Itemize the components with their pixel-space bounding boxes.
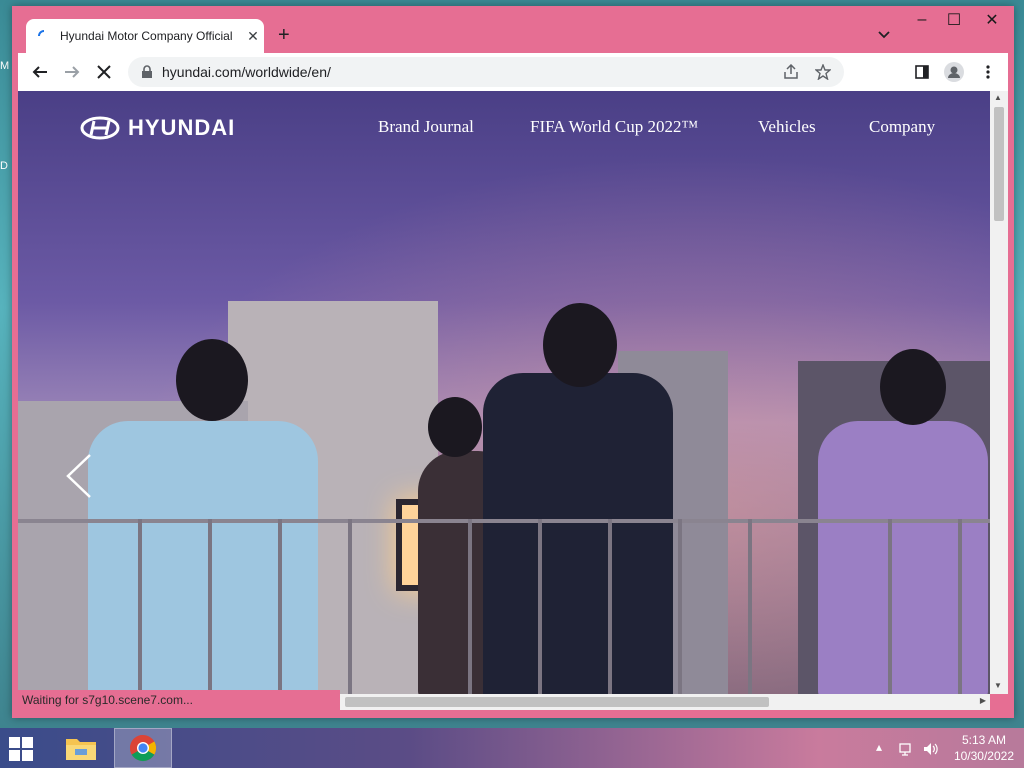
- taskbar-clock[interactable]: 5:13 AM 10/30/2022: [954, 732, 1014, 764]
- new-tab-button[interactable]: +: [278, 24, 290, 47]
- windows-start-icon[interactable]: [8, 736, 34, 762]
- status-bubble: Waiting for s7g10.scene7.com...: [12, 690, 340, 710]
- minimize-button[interactable]: –: [906, 6, 938, 34]
- maximize-button[interactable]: ☐: [938, 6, 970, 34]
- file-explorer-icon: [66, 739, 96, 760]
- bookmark-star-icon[interactable]: [812, 61, 834, 83]
- volume-icon[interactable]: [922, 741, 938, 757]
- profile-avatar-icon[interactable]: [944, 62, 964, 82]
- scrollbar-thumb[interactable]: [994, 107, 1004, 221]
- window-controls: – ☐ ✕: [906, 6, 1014, 34]
- page-viewport: HYUNDAI Brand Journal FIFA World Cup 202…: [18, 91, 990, 694]
- stop-loading-icon[interactable]: [94, 62, 114, 82]
- clock-date: 10/30/2022: [953, 749, 1014, 763]
- network-icon[interactable]: [898, 741, 914, 757]
- tab-close-icon[interactable]: ✕: [242, 28, 264, 45]
- hyundai-emblem-icon: [80, 116, 120, 140]
- loading-spinner-icon: [38, 30, 45, 37]
- carousel-prev-icon[interactable]: [64, 451, 94, 501]
- browser-tab[interactable]: Hyundai Motor Company Official ✕: [26, 19, 264, 53]
- menu-kebab-icon[interactable]: [978, 62, 998, 82]
- scroll-right-icon[interactable]: ▶: [980, 696, 986, 705]
- show-hidden-icons-icon[interactable]: ▴: [876, 740, 882, 754]
- side-panel-icon[interactable]: [912, 62, 932, 82]
- hyundai-logo[interactable]: HYUNDAI: [80, 115, 235, 141]
- taskbar: ▴ 5:13 AM 10/30/2022: [0, 728, 1024, 768]
- browser-window: Hyundai Motor Company Official ✕ + – ☐ ✕…: [12, 6, 1014, 718]
- tab-search-icon[interactable]: [876, 26, 892, 42]
- chrome-icon: [129, 734, 157, 762]
- scroll-up-icon[interactable]: ▲: [994, 93, 1002, 102]
- url-text[interactable]: hyundai.com/worldwide/en/: [162, 64, 780, 80]
- vertical-scrollbar[interactable]: ▲ ▼: [990, 91, 1008, 694]
- back-icon[interactable]: [30, 62, 50, 82]
- close-window-button[interactable]: ✕: [970, 6, 1014, 34]
- logo-wordmark: HYUNDAI: [128, 115, 236, 140]
- clock-time: 5:13 AM: [961, 733, 1006, 747]
- lock-icon: [142, 65, 152, 78]
- share-icon[interactable]: [780, 61, 802, 83]
- file-explorer-taskbar-button[interactable]: [52, 728, 110, 768]
- nav-fifa-world-cup[interactable]: FIFA World Cup 2022™: [530, 117, 698, 137]
- forward-icon[interactable]: [62, 62, 82, 82]
- scroll-down-icon[interactable]: ▼: [994, 681, 1002, 690]
- tab-title: Hyundai Motor Company Official: [60, 29, 233, 43]
- nav-brand-journal[interactable]: Brand Journal: [378, 117, 474, 137]
- chrome-taskbar-button[interactable]: [114, 728, 172, 768]
- browser-toolbar: hyundai.com/worldwide/en/: [18, 53, 1008, 91]
- nav-company[interactable]: Company: [869, 117, 935, 137]
- nav-vehicles[interactable]: Vehicles: [758, 117, 816, 137]
- address-bar[interactable]: hyundai.com/worldwide/en/: [128, 57, 844, 87]
- scrollbar-thumb[interactable]: [345, 697, 769, 707]
